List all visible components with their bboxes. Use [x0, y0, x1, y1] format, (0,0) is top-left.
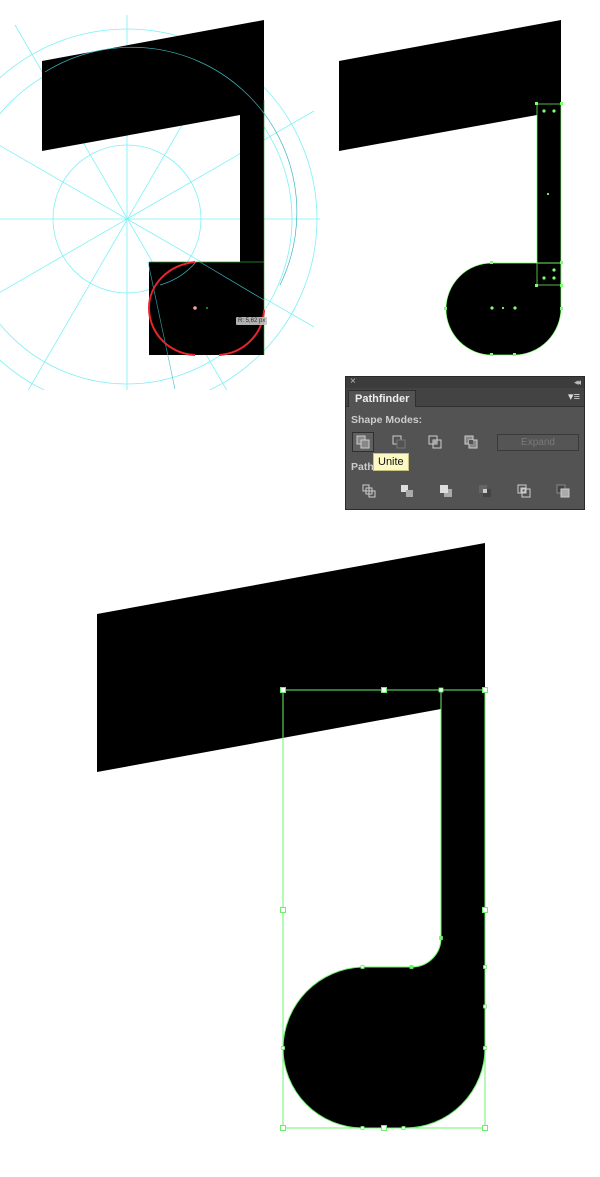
crop-button[interactable] [474, 481, 496, 501]
step1-canvas [0, 15, 320, 390]
expand-button[interactable]: Expand [497, 434, 579, 451]
exclude-button[interactable] [460, 432, 482, 452]
step2-canvas [339, 20, 563, 356]
radius-readout: R: 5,62 px [236, 317, 268, 325]
stem-shape[interactable] [536, 103, 562, 287]
crop-icon [479, 485, 491, 497]
exclude-icon [464, 435, 478, 449]
flag-shape[interactable] [42, 20, 264, 263]
unite-icon [356, 435, 370, 449]
minus-back-icon [556, 484, 570, 498]
trim-button[interactable] [396, 481, 418, 501]
center-point [193, 306, 197, 310]
collapse-icon[interactable]: ◂◂ [574, 375, 581, 389]
unite-button[interactable] [352, 432, 374, 452]
panel-menu-icon[interactable]: ▾≡ [568, 390, 580, 403]
outline-icon [517, 484, 531, 498]
minus-front-icon [392, 435, 406, 449]
flag-shape[interactable] [339, 20, 561, 151]
minus-back-button[interactable] [552, 481, 574, 501]
trim-icon [401, 485, 413, 497]
divide-icon [362, 484, 376, 498]
united-note-shape[interactable] [282, 689, 486, 1129]
shape-modes-label: Shape Modes: [351, 414, 423, 426]
pathfinders-label: Path [351, 461, 374, 473]
merge-button[interactable] [435, 481, 457, 501]
tab-pathfinder[interactable]: Pathfinder [348, 390, 417, 407]
merge-icon [440, 485, 452, 497]
intersect-button[interactable] [424, 432, 446, 452]
step3-canvas [97, 543, 488, 1131]
intersect-icon [428, 435, 442, 449]
outline-button[interactable] [513, 481, 535, 501]
panel-titlebar: × ◂◂ [346, 375, 584, 389]
center-dot [206, 307, 208, 309]
flag-shape[interactable] [97, 543, 485, 772]
divide-button[interactable] [358, 481, 380, 501]
unite-tooltip: Unite [373, 453, 409, 471]
panel-tabrow: Pathfinder ▾≡ [346, 388, 584, 407]
close-icon[interactable]: × [350, 375, 356, 389]
pathfinder-panel: × ◂◂ Pathfinder ▾≡ Shape Modes: Expand P… [345, 376, 585, 510]
minus-front-button[interactable] [388, 432, 410, 452]
